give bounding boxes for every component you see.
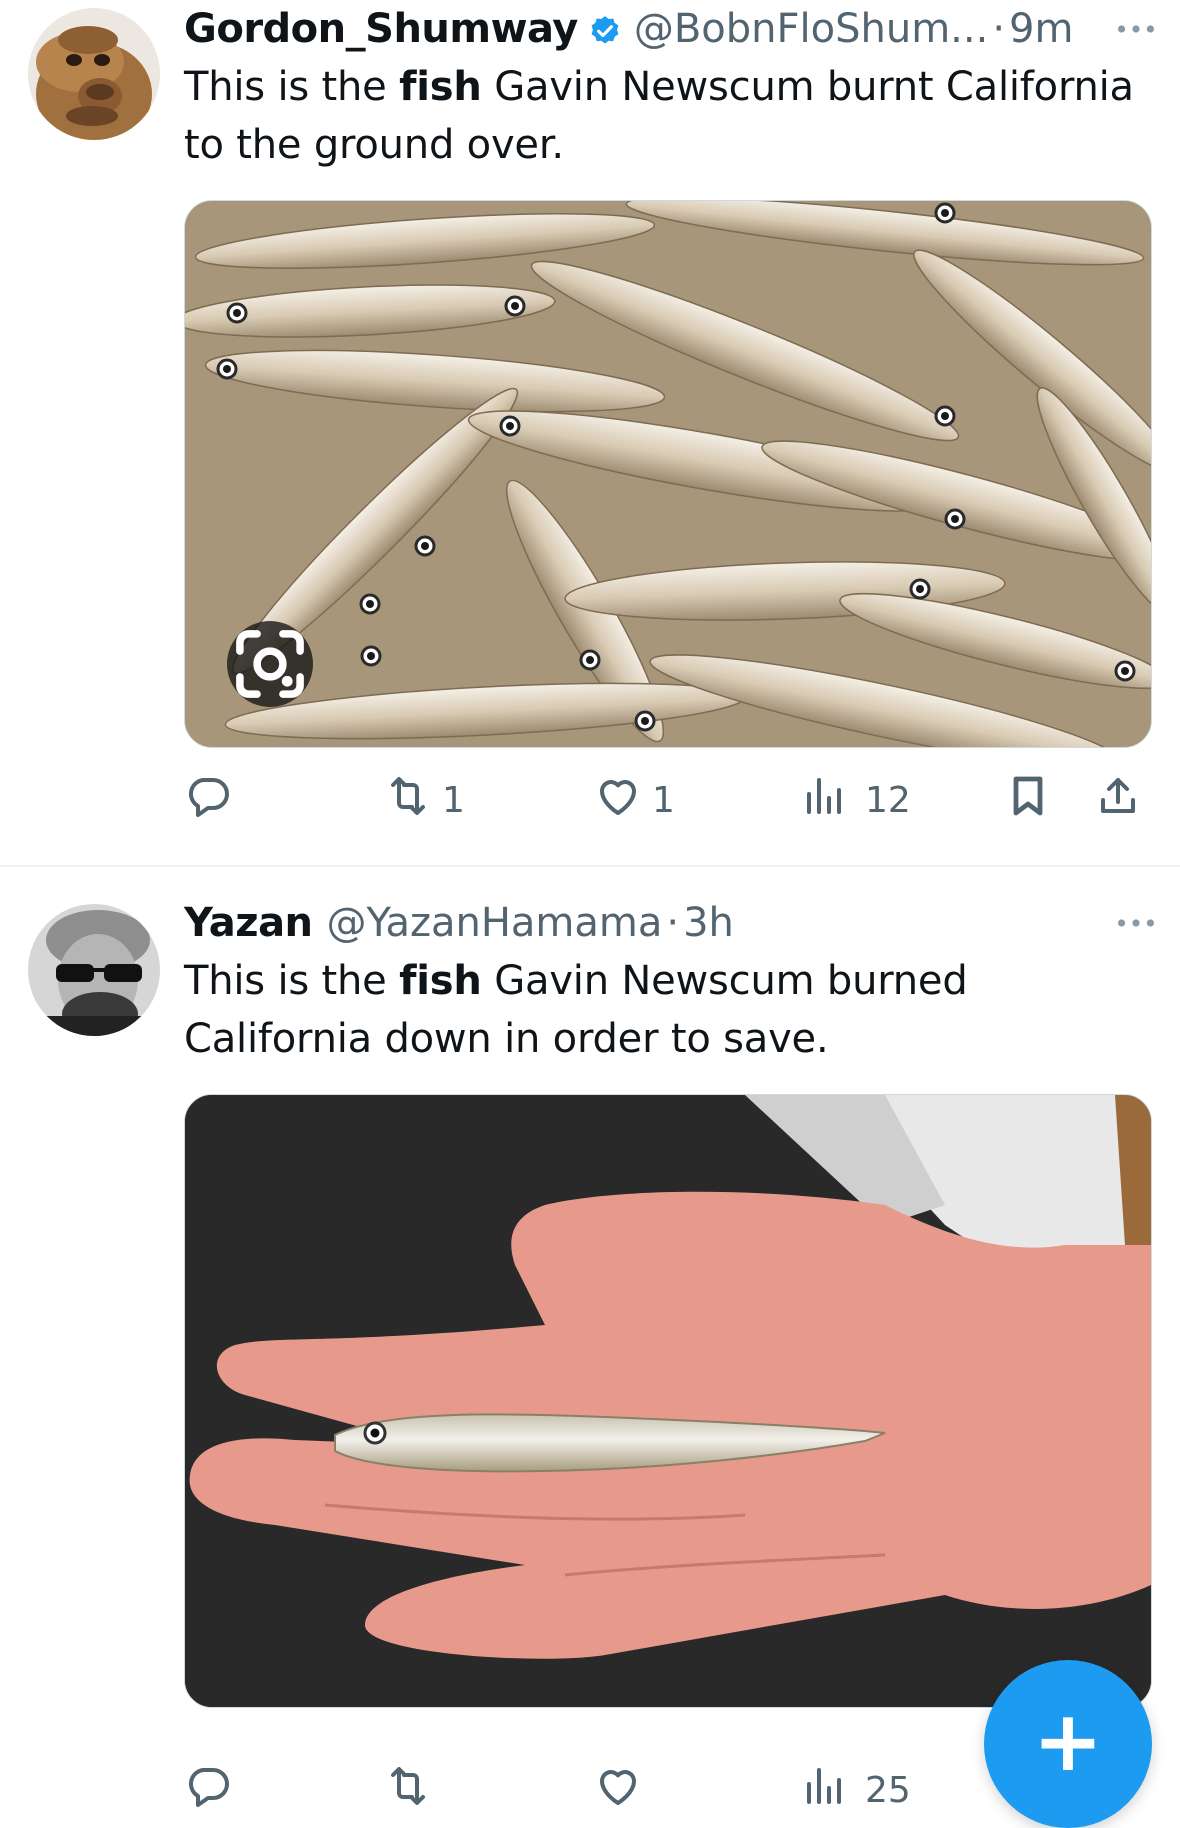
retweet-button[interactable]: 1 <box>384 770 465 830</box>
views-button[interactable]: 12 <box>799 770 911 830</box>
separator-dot: · <box>992 6 1006 52</box>
views-count: 12 <box>865 779 911 821</box>
like-button[interactable] <box>594 1760 642 1820</box>
like-count: 1 <box>652 779 675 821</box>
tweet-header: Yazan @YazanHamama · 3h <box>184 896 1160 950</box>
compose-plus-icon: + <box>1032 1692 1104 1790</box>
yazan-avatar-image <box>28 904 160 1036</box>
display-name[interactable]: Yazan <box>184 900 313 946</box>
views-chart-icon <box>799 1762 847 1819</box>
retweet-count: 1 <box>442 779 465 821</box>
separator-dot: · <box>666 900 680 946</box>
tweet-media-fish-in-hand[interactable] <box>184 1094 1152 1708</box>
tweet-header: Gordon_Shumway @BobnFloShum... · 9m <box>184 2 1160 56</box>
retweet-icon <box>384 1762 432 1819</box>
tweet-media-fish-pile[interactable] <box>184 200 1152 748</box>
user-handle[interactable]: @BobnFloShum... <box>634 6 988 52</box>
reply-button[interactable] <box>184 1760 232 1820</box>
avatar[interactable] <box>28 8 160 140</box>
retweet-button[interactable] <box>384 1760 432 1820</box>
views-chart-icon <box>799 772 847 829</box>
compose-button[interactable]: + <box>984 1660 1152 1828</box>
alf-avatar-image <box>28 8 160 140</box>
reply-icon <box>184 772 232 829</box>
bookmark-button[interactable] <box>1004 770 1052 830</box>
timestamp[interactable]: 9m <box>1009 6 1073 52</box>
timestamp[interactable]: 3h <box>683 900 734 946</box>
camera-lens-icon[interactable] <box>227 621 313 707</box>
tweet-text: This is the fish Gavin Newscum burnt Cal… <box>184 58 1144 174</box>
fish-in-hand-photo <box>185 1095 1151 1707</box>
user-handle[interactable]: @YazanHamama <box>327 900 663 946</box>
display-name[interactable]: Gordon_Shumway <box>184 6 578 52</box>
bookmark-icon <box>1004 772 1052 829</box>
retweet-icon <box>384 772 432 829</box>
share-button[interactable] <box>1094 770 1142 830</box>
tweet-text-pre: This is the <box>184 958 400 1004</box>
more-options-icon[interactable] <box>1112 896 1160 950</box>
reply-button[interactable] <box>184 770 232 830</box>
tweet-divider <box>0 865 1180 867</box>
tweet-text-bold: fish <box>399 958 482 1004</box>
heart-icon <box>594 772 642 829</box>
tweet-1[interactable]: Gordon_Shumway @BobnFloShum... · 9m This… <box>0 0 1180 866</box>
views-count: 25 <box>865 1769 911 1811</box>
tweet-2[interactable]: Yazan @YazanHamama · 3h This is the fish… <box>0 868 1180 1822</box>
share-icon <box>1094 772 1142 829</box>
avatar[interactable] <box>28 904 160 1036</box>
more-options-icon[interactable] <box>1112 2 1160 56</box>
reply-icon <box>184 1762 232 1819</box>
views-button[interactable]: 25 <box>799 1760 911 1820</box>
tweet-actions: 1 1 12 <box>184 770 1150 830</box>
tweet-text-bold: fish <box>399 64 482 110</box>
heart-icon <box>594 1762 642 1819</box>
verified-badge-icon <box>588 12 622 46</box>
like-button[interactable]: 1 <box>594 770 675 830</box>
tweet-text: This is the fish Gavin Newscum burned Ca… <box>184 952 1144 1068</box>
tweet-text-pre: This is the <box>184 64 400 110</box>
fish-pile-photo <box>185 201 1151 747</box>
